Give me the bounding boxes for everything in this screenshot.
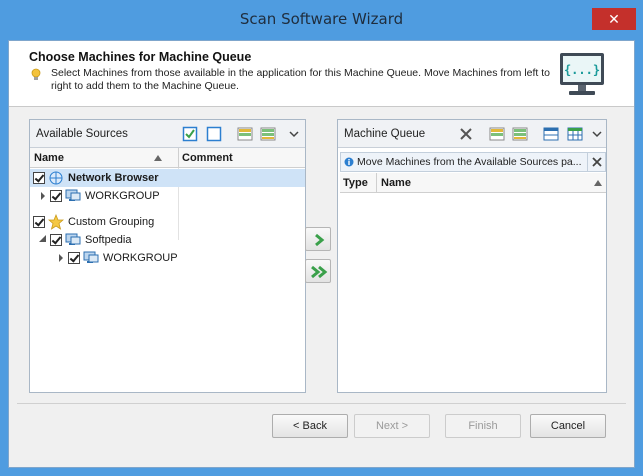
star-icon <box>48 214 64 230</box>
expand-arrow-icon[interactable] <box>38 190 48 202</box>
collapse-rows-icon[interactable] <box>512 126 528 142</box>
machine-queue-column-header: Type Name <box>340 173 606 193</box>
available-sources-title: Available Sources <box>36 128 128 140</box>
back-button[interactable]: < Back <box>272 414 348 438</box>
wizard-client-area: Choose Machines for Machine Queue Select… <box>8 40 635 468</box>
column-comment[interactable]: Comment <box>182 152 233 164</box>
tree-item-label: WORKGROUP <box>85 190 160 202</box>
computer-icon <box>65 189 81 201</box>
info-message: Move Machines from the Available Sources… <box>357 156 582 168</box>
chevron-down-icon[interactable] <box>589 126 605 142</box>
monitor-icon: {...} <box>560 53 604 95</box>
softpedia-workgroup-checkbox[interactable] <box>68 252 80 264</box>
grid-view-icon[interactable] <box>567 126 583 142</box>
cancel-button[interactable]: Cancel <box>530 414 606 438</box>
close-icon <box>592 157 602 167</box>
wizard-header: Choose Machines for Machine Queue Select… <box>9 41 634 107</box>
collapse-arrow-icon[interactable] <box>38 234 48 246</box>
tree-item-softpedia-workgroup[interactable]: WORKGROUP <box>30 249 178 267</box>
info-close-button[interactable] <box>587 153 605 171</box>
softpedia-checkbox[interactable] <box>50 234 62 246</box>
title-bar[interactable]: Scan Software Wizard ✕ <box>0 0 643 40</box>
footer-separator <box>17 403 626 404</box>
tree-item-workgroup[interactable]: WORKGROUP <box>30 187 178 205</box>
computer-icon <box>83 251 99 263</box>
remove-icon[interactable] <box>458 126 474 142</box>
column-type[interactable]: Type <box>343 177 368 189</box>
check-all-icon[interactable] <box>182 126 198 142</box>
info-bar: Move Machines from the Available Sources… <box>340 152 606 172</box>
page-title: Choose Machines for Machine Queue <box>29 50 252 64</box>
expand-arrow-icon[interactable] <box>56 252 66 264</box>
close-button[interactable]: ✕ <box>592 8 636 30</box>
uncheck-all-icon[interactable] <box>206 126 222 142</box>
tree-item-softpedia[interactable]: Softpedia <box>30 231 178 249</box>
tree-item-label: Network Browser <box>68 172 159 184</box>
monitor-code-glyph: {...} <box>564 63 600 77</box>
expand-rows-icon[interactable] <box>237 126 253 142</box>
available-sources-column-header: Name Comment <box>30 148 305 168</box>
chevron-down-icon[interactable] <box>286 126 302 142</box>
computer-icon <box>65 233 81 245</box>
window-title: Scan Software Wizard <box>239 10 404 28</box>
tree-item-label: WORKGROUP <box>103 252 178 264</box>
double-chevron-right-icon <box>311 265 328 279</box>
available-sources-header: Available Sources <box>30 120 305 148</box>
wizard-window: Scan Software Wizard ✕ Choose Machines f… <box>0 0 643 476</box>
network-browser-checkbox[interactable] <box>33 172 45 184</box>
tree-item-label: Softpedia <box>85 234 132 246</box>
custom-grouping-checkbox[interactable] <box>33 216 45 228</box>
column-name[interactable]: Name <box>34 152 64 164</box>
move-right-button[interactable] <box>305 227 331 251</box>
sort-ascending-icon <box>154 155 162 161</box>
tree-item-custom-grouping[interactable]: Custom Grouping <box>30 213 178 231</box>
tree-item-label: Custom Grouping <box>68 216 155 228</box>
sort-ascending-icon <box>594 180 602 186</box>
next-button[interactable]: Next > <box>354 414 430 438</box>
available-sources-panel: Available Sources Name Comment Network B… <box>29 119 306 393</box>
workgroup-checkbox[interactable] <box>50 190 62 202</box>
page-description: Select Machines from those available in … <box>51 67 551 92</box>
network-browser-icon <box>49 171 63 185</box>
collapse-rows-icon[interactable] <box>260 126 276 142</box>
move-all-right-button[interactable] <box>305 259 331 283</box>
chevron-right-icon <box>315 233 325 247</box>
column-chooser-icon[interactable] <box>543 126 559 142</box>
expand-rows-icon[interactable] <box>489 126 505 142</box>
machine-queue-title: Machine Queue <box>344 128 426 140</box>
machine-queue-panel: Machine Queue Move Machines from the Ava… <box>337 119 607 393</box>
lightbulb-icon <box>31 68 41 80</box>
info-icon <box>344 157 354 167</box>
column-name[interactable]: Name <box>381 177 411 189</box>
tree-item-network-browser[interactable]: Network Browser <box>30 169 305 187</box>
machine-queue-header: Machine Queue <box>338 120 606 148</box>
finish-button[interactable]: Finish <box>445 414 521 438</box>
